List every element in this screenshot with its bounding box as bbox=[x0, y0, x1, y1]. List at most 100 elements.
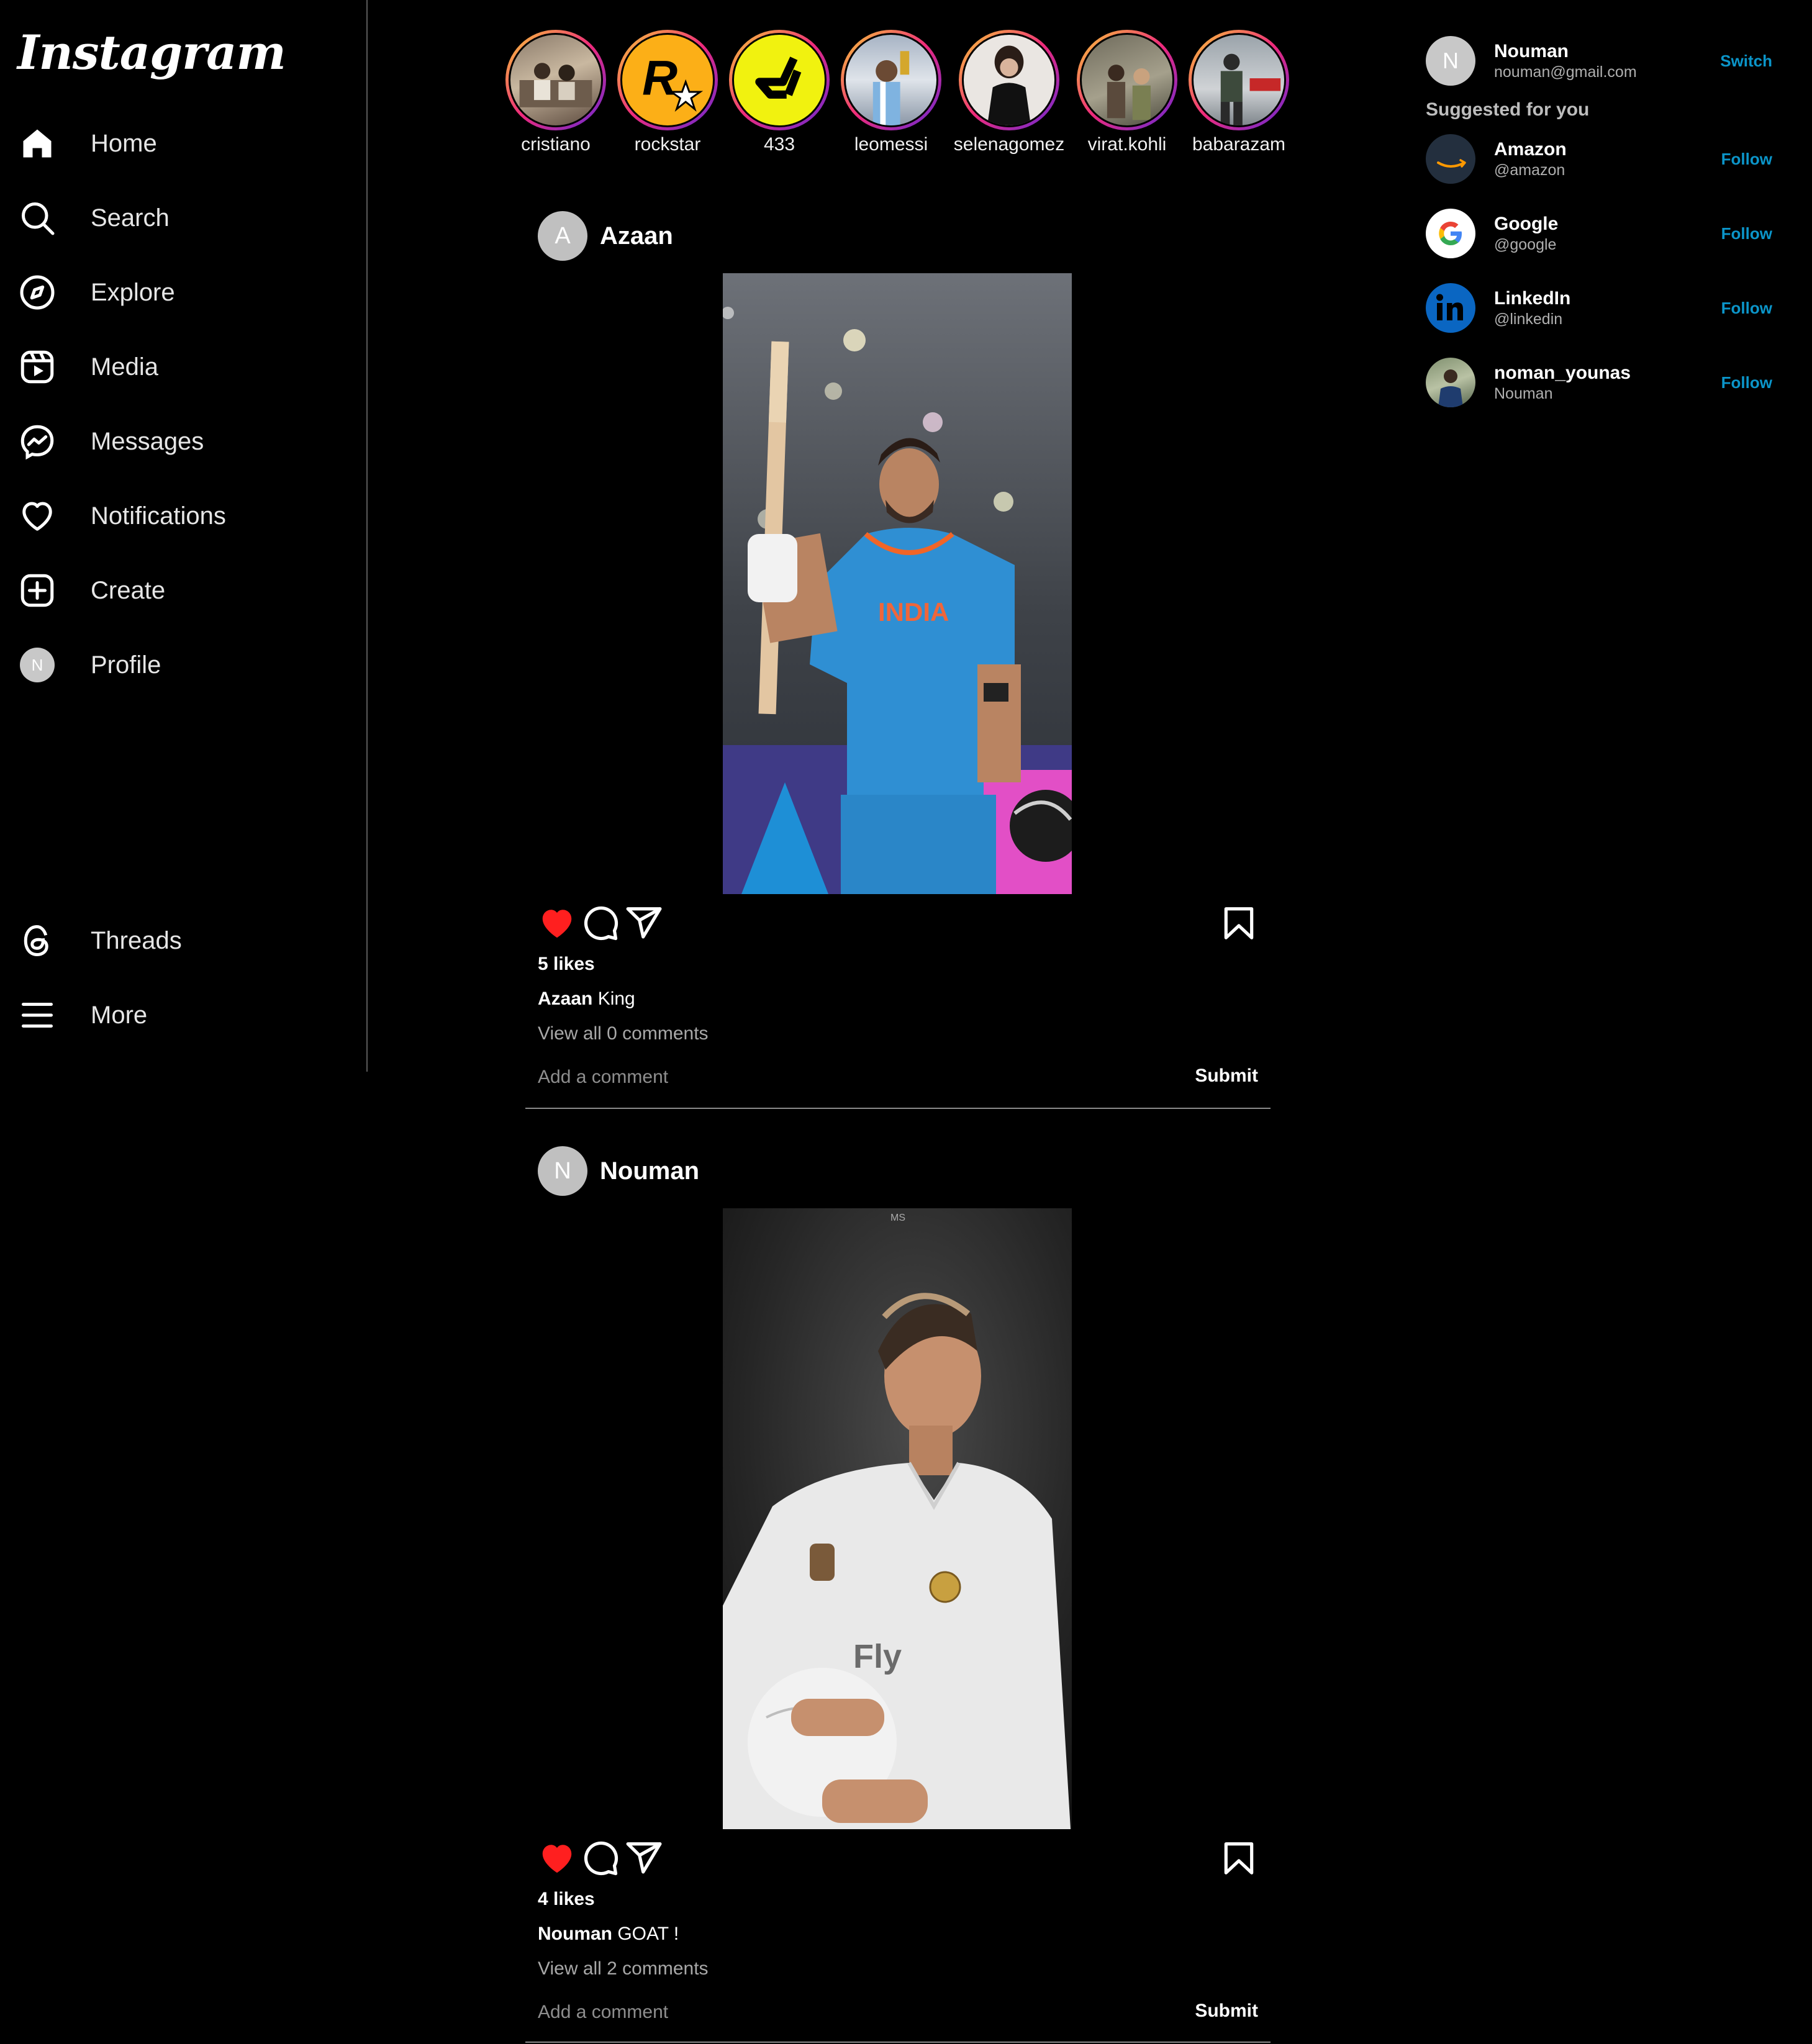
story-item[interactable]: R rockstar bbox=[609, 30, 727, 155]
post-card: N Nouman Fly MS 4 likes Nouman GOAT ! Vi… bbox=[525, 1145, 1271, 2044]
like-heart-icon[interactable] bbox=[538, 904, 576, 943]
nav-profile[interactable]: N Profile bbox=[17, 640, 340, 690]
current-user-email: nouman@gmail.com bbox=[1494, 63, 1637, 81]
post-avatar[interactable]: A bbox=[538, 211, 587, 261]
bookmark-icon[interactable] bbox=[1220, 904, 1258, 943]
story-username: babarazam bbox=[1192, 134, 1286, 155]
caption-text: King bbox=[592, 988, 635, 1009]
suggestion-handle: @amazon bbox=[1494, 161, 1565, 179]
post-caption: Nouman GOAT ! bbox=[538, 1924, 679, 1945]
post-actions bbox=[538, 1839, 1258, 1883]
current-user-name[interactable]: Nouman bbox=[1494, 41, 1637, 62]
heart-icon bbox=[17, 496, 57, 536]
nav-media[interactable]: Media bbox=[17, 342, 340, 392]
suggestion-row: noman_younas Nouman Follow bbox=[1426, 356, 1786, 409]
amazon-logo[interactable] bbox=[1426, 134, 1475, 184]
messenger-icon bbox=[17, 422, 57, 461]
follow-button[interactable]: Follow bbox=[1721, 373, 1772, 392]
follow-button[interactable]: Follow bbox=[1721, 150, 1772, 169]
suggestion-name[interactable]: noman_younas bbox=[1494, 363, 1631, 384]
suggestion-name[interactable]: Amazon bbox=[1494, 139, 1567, 160]
story-image bbox=[1080, 33, 1174, 127]
bookmark-icon[interactable] bbox=[1220, 1839, 1258, 1878]
follow-button[interactable]: Follow bbox=[1721, 224, 1772, 243]
svg-text:INDIA: INDIA bbox=[878, 597, 949, 626]
reels-icon bbox=[17, 347, 57, 387]
caption-username[interactable]: Azaan bbox=[538, 988, 592, 1009]
suggestion-name[interactable]: LinkedIn bbox=[1494, 288, 1570, 309]
story-item[interactable]: babarazam bbox=[1180, 30, 1298, 155]
submit-comment-button[interactable]: Submit bbox=[1195, 2001, 1258, 2022]
post-username[interactable]: Nouman bbox=[600, 1157, 699, 1185]
menu-icon bbox=[17, 995, 57, 1035]
rockstar-logo: R bbox=[620, 33, 715, 127]
comment-input[interactable] bbox=[538, 1062, 1097, 1093]
post-divider bbox=[525, 2042, 1271, 2043]
comment-form: Submit bbox=[538, 1997, 1258, 2028]
nav-more[interactable]: More bbox=[17, 990, 340, 1040]
story-image bbox=[844, 33, 938, 127]
nav-messages[interactable]: Messages bbox=[17, 417, 340, 466]
follow-button[interactable]: Follow bbox=[1721, 299, 1772, 318]
like-heart-icon[interactable] bbox=[538, 1839, 576, 1878]
google-logo[interactable] bbox=[1426, 209, 1475, 258]
caption-username[interactable]: Nouman bbox=[538, 1924, 612, 1944]
story-item[interactable]: virat.kohli bbox=[1068, 30, 1186, 155]
story-username: leomessi bbox=[854, 134, 928, 155]
story-username: rockstar bbox=[634, 134, 701, 155]
comment-input[interactable] bbox=[538, 1997, 1097, 2028]
story-username: virat.kohli bbox=[1087, 134, 1167, 155]
instagram-logo[interactable]: Instagram bbox=[17, 25, 286, 80]
suggestion-handle: Nouman bbox=[1494, 384, 1553, 402]
caption-text: GOAT ! bbox=[612, 1924, 679, 1944]
nav-threads[interactable]: Threads bbox=[17, 916, 340, 965]
view-comments-link[interactable]: View all 2 comments bbox=[538, 1958, 709, 1979]
nav-explore[interactable]: Explore bbox=[17, 268, 340, 317]
nav-more-label: More bbox=[91, 1001, 148, 1029]
nav-threads-label: Threads bbox=[91, 926, 182, 954]
submit-comment-button[interactable]: Submit bbox=[1195, 1065, 1258, 1087]
story-item[interactable]: cristiano bbox=[497, 30, 615, 155]
likes-count[interactable]: 5 likes bbox=[538, 954, 595, 975]
comment-form: Submit bbox=[538, 1062, 1258, 1093]
compass-icon bbox=[17, 273, 57, 312]
story-item[interactable]: 433 bbox=[720, 30, 838, 155]
suggestion-handle: @linkedin bbox=[1494, 310, 1563, 328]
svg-text:R: R bbox=[642, 50, 677, 105]
post-header: N Nouman bbox=[538, 1145, 1271, 1197]
nav-notifications[interactable]: Notifications bbox=[17, 491, 340, 541]
story-item[interactable]: selenagomez bbox=[950, 30, 1068, 155]
nav-profile-label: Profile bbox=[91, 651, 161, 679]
nav-home[interactable]: Home bbox=[17, 119, 340, 168]
nav-create[interactable]: Create bbox=[17, 566, 340, 615]
post-header: A Azaan bbox=[538, 210, 1271, 262]
suggestion-name[interactable]: Google bbox=[1494, 214, 1558, 235]
comment-icon[interactable] bbox=[581, 904, 620, 943]
threads-icon bbox=[17, 921, 57, 961]
plus-square-icon bbox=[17, 571, 57, 610]
linkedin-logo[interactable] bbox=[1426, 283, 1475, 333]
nav-create-label: Create bbox=[91, 576, 166, 604]
post-image[interactable]: Fly MS bbox=[723, 1208, 1072, 1829]
share-icon[interactable] bbox=[625, 1839, 663, 1878]
post-username[interactable]: Azaan bbox=[600, 222, 673, 250]
view-comments-link[interactable]: View all 0 comments bbox=[538, 1023, 709, 1044]
switch-account-button[interactable]: Switch bbox=[1720, 52, 1772, 71]
post-avatar[interactable]: N bbox=[538, 1146, 587, 1196]
likes-count[interactable]: 4 likes bbox=[538, 1889, 595, 1910]
post-caption: Azaan King bbox=[538, 988, 635, 1010]
post-image[interactable]: INDIA bbox=[723, 273, 1072, 894]
story-item[interactable]: leomessi bbox=[832, 30, 950, 155]
share-icon[interactable] bbox=[625, 904, 663, 943]
suggestion-row: Amazon @amazon Follow bbox=[1426, 133, 1786, 185]
story-username: cristiano bbox=[521, 134, 591, 155]
current-user-avatar[interactable]: N bbox=[1426, 36, 1475, 86]
nav-explore-label: Explore bbox=[91, 278, 175, 306]
svg-text:Fly: Fly bbox=[853, 1638, 902, 1675]
user-avatar[interactable] bbox=[1426, 358, 1475, 407]
profile-avatar: N bbox=[20, 648, 55, 682]
suggestion-row: LinkedIn @linkedin Follow bbox=[1426, 282, 1786, 334]
nav-search[interactable]: Search bbox=[17, 193, 340, 243]
comment-icon[interactable] bbox=[581, 1839, 620, 1878]
nav-search-label: Search bbox=[91, 204, 170, 232]
